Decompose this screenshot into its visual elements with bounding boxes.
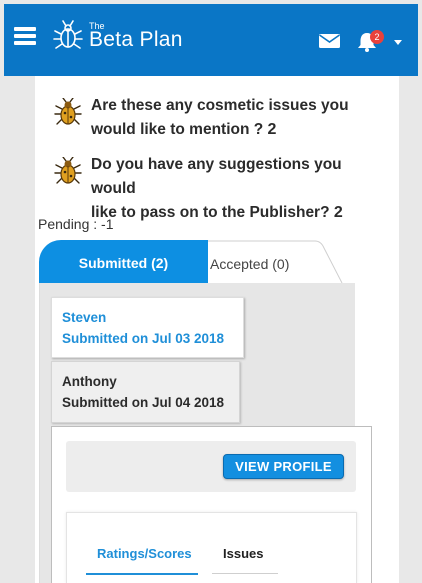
question-line1: Are these any cosmetic issues you bbox=[91, 97, 349, 114]
submission-item-steven[interactable]: Steven Submitted on Jul 03 2018 bbox=[51, 297, 244, 358]
tab-submitted[interactable]: Submitted (2) bbox=[39, 240, 208, 283]
question-line2: would like to mention ? bbox=[91, 121, 264, 138]
active-tab-indicator bbox=[86, 573, 198, 575]
submission-item-anthony[interactable]: Anthony Submitted on Jul 04 2018 bbox=[51, 361, 240, 423]
submission-date: Submitted on Jul 04 2018 bbox=[62, 395, 225, 410]
view-profile-button[interactable]: VIEW PROFILE bbox=[223, 454, 344, 479]
tab-ratings-scores[interactable]: Ratings/Scores bbox=[97, 546, 192, 561]
notification-badge: 2 bbox=[370, 30, 384, 44]
tab-divider bbox=[212, 573, 278, 574]
bug-icon bbox=[54, 157, 82, 184]
submitter-name: Steven bbox=[62, 310, 107, 325]
tab-issues[interactable]: Issues bbox=[223, 546, 263, 561]
chevron-down-icon[interactable] bbox=[394, 40, 402, 45]
question-line1: Do you have any suggestions you would bbox=[91, 156, 342, 197]
question-count: 2 bbox=[333, 204, 343, 221]
brand-name[interactable]: Beta Plan bbox=[89, 28, 183, 52]
submission-date: Submitted on Jul 03 2018 bbox=[62, 331, 225, 346]
bug-icon bbox=[54, 98, 82, 125]
bug-logo-icon[interactable] bbox=[52, 20, 84, 52]
pending-count: Pending : -1 bbox=[38, 216, 114, 232]
menu-icon[interactable] bbox=[14, 27, 36, 45]
question-line2: like to pass on to the Publisher? bbox=[91, 204, 330, 221]
question-count: 2 bbox=[267, 121, 277, 138]
tab-accepted-label[interactable]: Accepted (0) bbox=[210, 256, 289, 272]
mail-icon[interactable] bbox=[319, 34, 340, 48]
submitter-name: Anthony bbox=[62, 374, 117, 389]
